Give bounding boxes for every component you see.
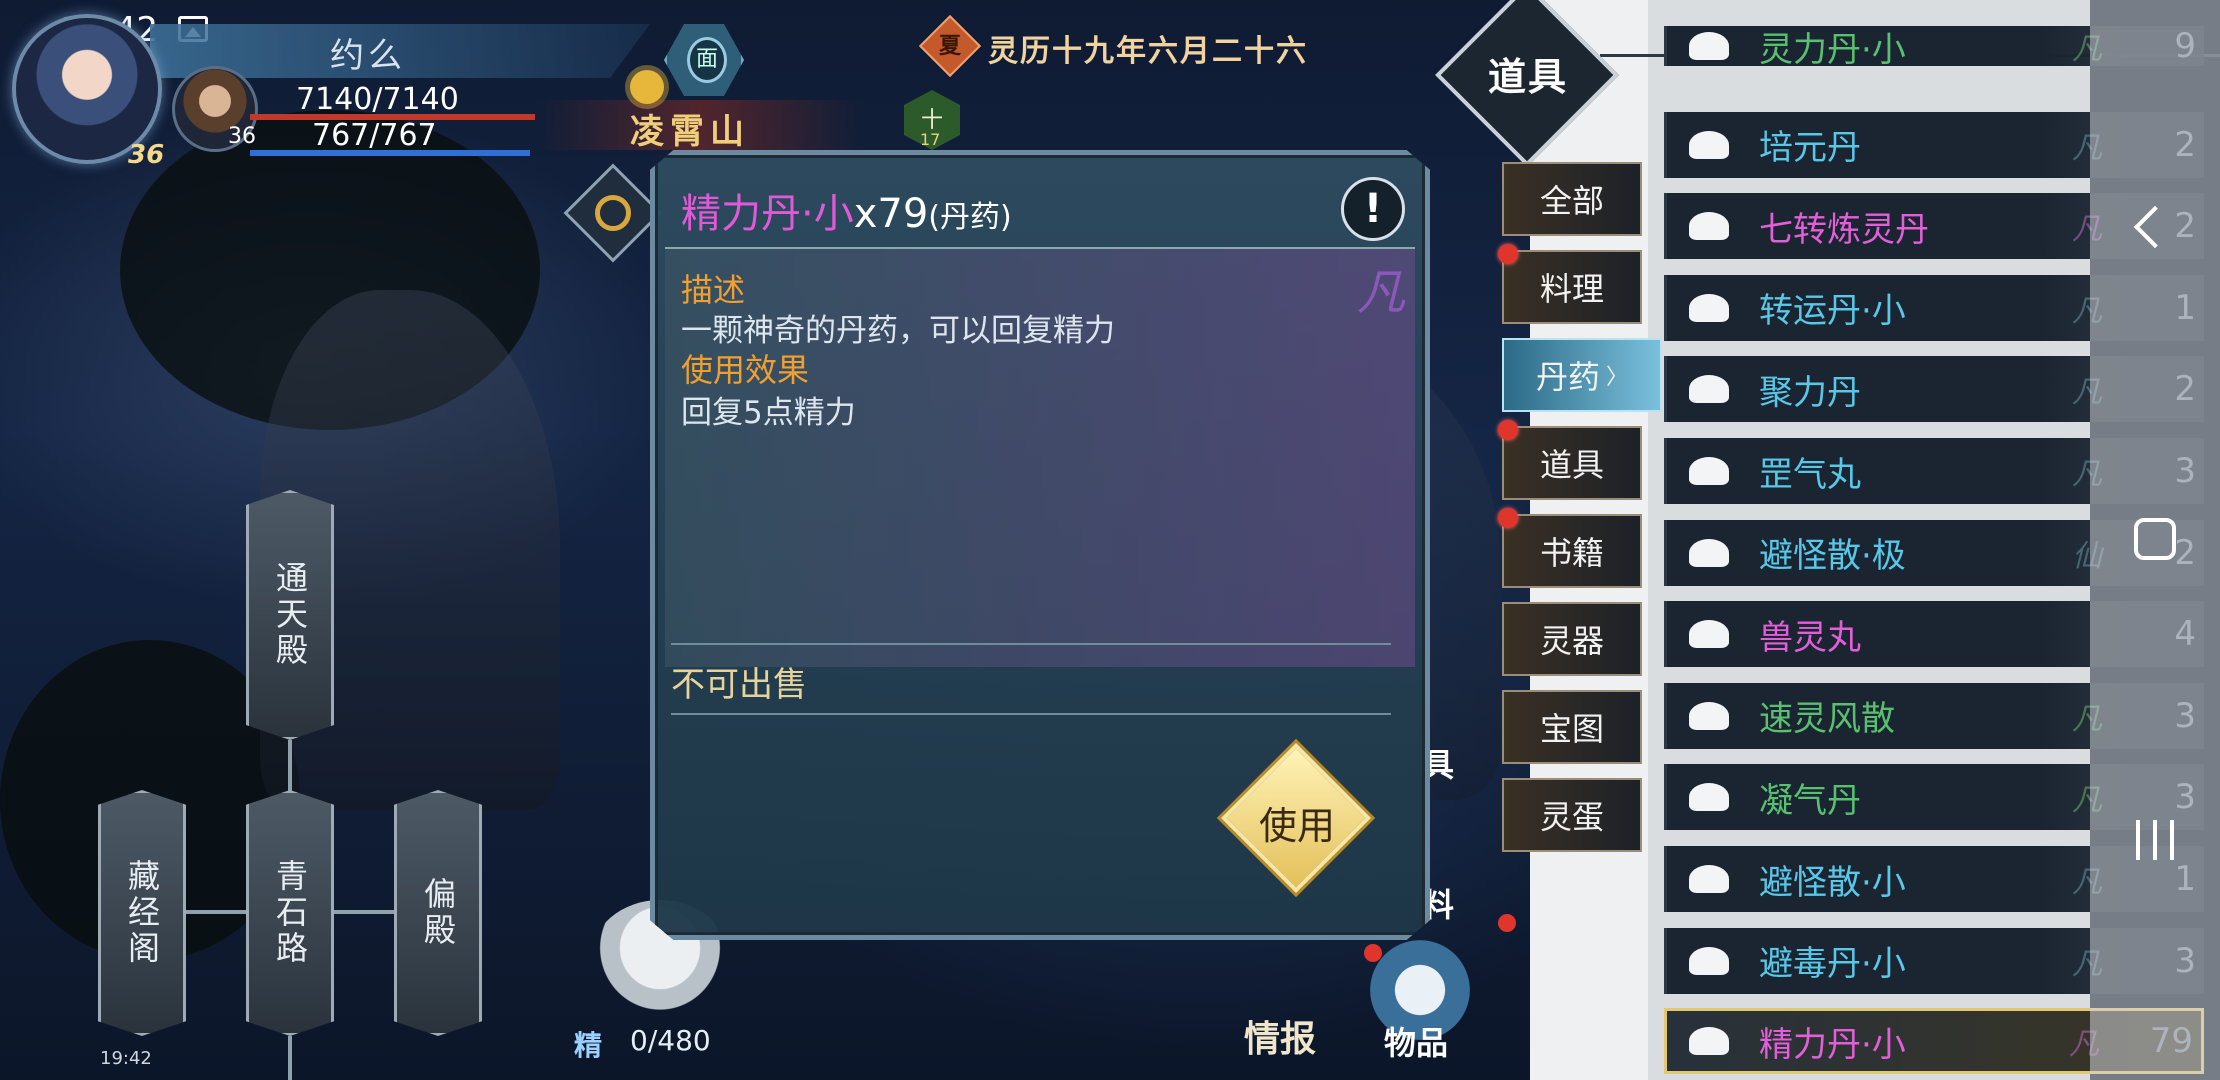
building-label: 偏殿 [419, 877, 457, 949]
building-label: 青石路 [271, 859, 309, 967]
intel-button[interactable]: 情报 [1244, 1010, 1316, 1062]
pill-bowl-icon [1689, 293, 1729, 322]
pill-bowl-icon [1689, 620, 1729, 649]
item-detail-body: 凡 描述 一颗神奇的丹药，可以回复精力 使用效果 回复5点精力 [665, 247, 1415, 667]
item-detail-quantity: x79 [853, 191, 929, 237]
item-name: 避怪散·极 [1759, 536, 1906, 577]
inventory-tab-label: 料理 [1539, 270, 1604, 308]
inventory-tab[interactable]: 丹药〉 [1502, 338, 1662, 412]
stamina-label: 精 [574, 1029, 603, 1062]
search-icon [595, 195, 631, 231]
player-level: 36 [128, 140, 165, 170]
mask-icon: 面 [687, 37, 727, 83]
inventory-tab[interactable]: 宝图 [1502, 690, 1642, 764]
rank-glyph: 凡 [1356, 265, 1405, 321]
notification-dot [1364, 944, 1382, 962]
item-name: 灵力丹·小 [1759, 29, 1906, 67]
pill-bowl-icon [1689, 1027, 1729, 1055]
inventory-tab[interactable]: 书籍 [1498, 508, 1642, 588]
building-node[interactable]: 偏殿 [394, 790, 482, 1036]
map-link [186, 910, 246, 914]
inventory-title: 道具 [1487, 55, 1568, 99]
buff-level: 17 [920, 130, 941, 149]
building-label: 通天殿 [271, 561, 309, 669]
item-detail-name: 精力丹·小 [681, 191, 854, 237]
divider [671, 713, 1391, 715]
pill-bowl-icon [1689, 457, 1729, 485]
location-name: 凌霄山 [630, 112, 750, 152]
item-name: 罡气丸 [1759, 454, 1861, 495]
home-icon[interactable] [2134, 518, 2176, 560]
description-text: 一颗神奇的丹药，可以回复精力 [681, 313, 1115, 349]
mp-bar [250, 150, 530, 156]
item-name: 七转炼灵丹 [1759, 209, 1929, 250]
inventory-tab-label: 宝图 [1539, 710, 1604, 748]
item-name: 聚力丹 [1759, 372, 1861, 413]
item-name: 转运丹·小 [1759, 291, 1906, 332]
chevron-right-icon: 〉 [1606, 365, 1629, 390]
item-name: 速灵风散 [1759, 699, 1895, 740]
pill-bowl-icon [1689, 538, 1729, 567]
mini-status-time: 19:42 [100, 1048, 152, 1069]
pill-bowl-icon [1689, 783, 1729, 812]
notification-dot [1498, 914, 1516, 932]
item-detail-title: 精力丹·小x79(丹药) [681, 181, 1012, 239]
inventory-tab[interactable]: 灵器 [1502, 602, 1642, 676]
info-button[interactable]: ! [1341, 177, 1405, 241]
inventory-tab-label: 书籍 [1539, 534, 1604, 572]
pill-bowl-icon [1689, 701, 1729, 730]
pill-bowl-icon [1689, 32, 1729, 60]
inventory-tab-label: 丹药 [1535, 358, 1600, 396]
item-detail-category: (丹药) [928, 200, 1012, 235]
pet-level: 36 [228, 124, 256, 149]
use-button-label[interactable]: 使用 [1235, 795, 1359, 850]
pill-bowl-icon [1689, 865, 1729, 893]
effect-heading: 使用效果 [681, 351, 810, 389]
inventory-tab[interactable]: 全部 [1502, 162, 1642, 236]
item-name: 凝气丹 [1759, 780, 1861, 821]
map-link [334, 910, 394, 914]
item-name: 避毒丹·小 [1759, 944, 1906, 985]
pill-bowl-icon [1689, 375, 1729, 404]
pill-bowl-icon [1689, 212, 1729, 241]
notification-dot [1498, 244, 1518, 264]
notification-dot [1498, 420, 1518, 440]
building-node[interactable]: 通天殿 [246, 490, 334, 740]
item-name: 避怪散·小 [1759, 862, 1906, 903]
effect-text: 回复5点精力 [681, 395, 856, 431]
mp-value: 767/767 [312, 118, 437, 153]
inventory-tab[interactable]: 灵蛋 [1502, 778, 1642, 852]
stamina-value: 0/480 [630, 1024, 711, 1057]
item-name: 精力丹·小 [1759, 1024, 1906, 1065]
recent-apps-icon[interactable] [2136, 820, 2174, 860]
item-detail-panel: 精力丹·小x79(丹药) ! 凡 描述 一颗神奇的丹药，可以回复精力 使用效果 … [650, 150, 1430, 940]
map-link [288, 1036, 292, 1080]
items-button[interactable]: 物品 [1384, 1018, 1448, 1064]
season-glyph: 夏 [938, 34, 961, 59]
inventory-tab-label: 道具 [1539, 446, 1604, 484]
inventory-tab[interactable]: 料理 [1498, 244, 1642, 324]
building-node[interactable]: 青石路 [246, 790, 334, 1036]
building-node[interactable]: 藏经阁 [98, 790, 186, 1036]
calendar-date: 灵历十九年六月二十六 [988, 34, 1308, 69]
pill-bowl-icon [1689, 946, 1729, 975]
item-name: 兽灵丸 [1759, 617, 1861, 658]
inventory-tab-label: 灵器 [1539, 622, 1604, 660]
inventory-tab-label: 灵蛋 [1539, 798, 1604, 836]
sell-status: 不可出售 [671, 665, 807, 705]
pill-bowl-icon [1689, 130, 1729, 159]
sun-icon [630, 70, 664, 104]
item-name: 培元丹 [1759, 128, 1861, 169]
player-name: 约么 [330, 36, 406, 76]
hp-value: 7140/7140 [296, 82, 459, 117]
building-label: 藏经阁 [123, 859, 161, 967]
notification-dot [1498, 508, 1518, 528]
divider [671, 643, 1391, 645]
inventory-tab[interactable]: 道具 [1498, 420, 1642, 500]
inventory-tab-label: 全部 [1539, 182, 1604, 220]
